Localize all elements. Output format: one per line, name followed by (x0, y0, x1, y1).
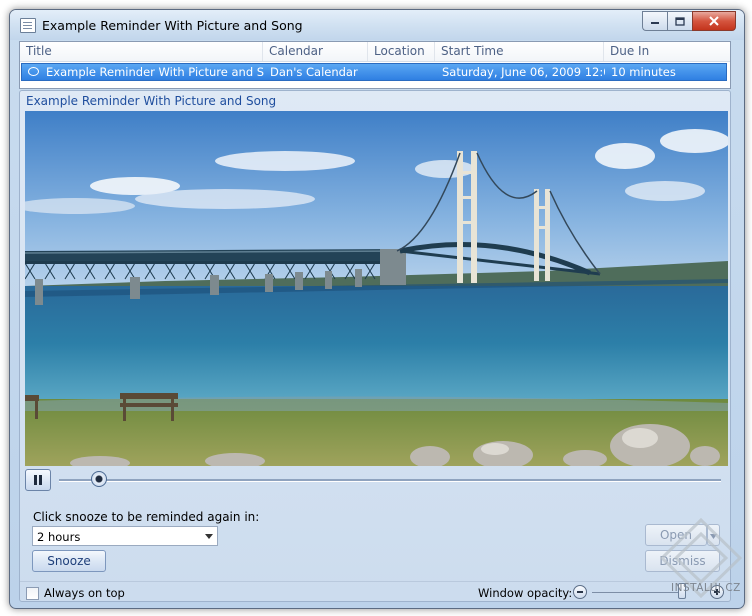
seek-thumb[interactable] (90, 471, 107, 487)
minimize-button[interactable] (642, 11, 667, 31)
details-title: Example Reminder With Picture and Song (26, 94, 277, 108)
column-title[interactable]: Title (20, 42, 263, 61)
column-location[interactable]: Location (368, 42, 435, 61)
footer-bar: Always on top Window opacity: (20, 581, 730, 602)
row-calendar: Dan's Calendar (270, 65, 358, 79)
opacity-decrease-button[interactable] (573, 585, 587, 599)
column-due-in[interactable]: Due In (604, 42, 728, 61)
snooze-prompt: Click snooze to be reminded again in: (33, 510, 260, 524)
media-player (25, 469, 728, 491)
row-due-in: 10 minutes (611, 65, 676, 79)
snooze-duration-value: 2 hours (37, 530, 81, 544)
calendar-app-icon (20, 18, 36, 33)
snooze-duration-select[interactable]: 2 hours (32, 526, 218, 546)
row-start-time: Saturday, June 06, 2009 12:0... (442, 65, 605, 79)
window-opacity-label: Window opacity: (478, 586, 573, 600)
watermark-text: INSTALUJ.CZ (671, 582, 741, 594)
row-location (369, 64, 436, 80)
column-calendar[interactable]: Calendar (263, 42, 368, 61)
snooze-button[interactable]: Snooze (32, 550, 106, 572)
close-icon (709, 16, 719, 26)
always-on-top-label: Always on top (44, 586, 125, 600)
reminder-list: Title Calendar Location Start Time Due I… (19, 41, 731, 89)
title-bar[interactable]: Example Reminder With Picture and Song (10, 10, 744, 40)
maximize-button[interactable] (667, 11, 692, 31)
seek-bar[interactable] (59, 479, 721, 482)
chevron-down-icon (205, 534, 213, 539)
minimize-icon (651, 22, 659, 24)
pause-button[interactable] (25, 469, 51, 491)
reminder-window: Example Reminder With Picture and Song T… (9, 9, 745, 609)
row-title: Example Reminder With Picture and Song (46, 65, 264, 79)
reminder-details-panel: Example Reminder With Picture and Song C… (19, 90, 731, 602)
always-on-top-checkbox[interactable] (26, 587, 39, 600)
row-title-cell: Example Reminder With Picture and Song (22, 64, 264, 80)
close-button[interactable] (692, 11, 736, 31)
caption-buttons (642, 11, 736, 31)
list-header: Title Calendar Location Start Time Due I… (20, 42, 730, 62)
list-row-selected[interactable]: Example Reminder With Picture and Song D… (21, 63, 727, 81)
reminder-picture (25, 111, 728, 466)
bridge-photo (25, 111, 728, 466)
window-title: Example Reminder With Picture and Song (42, 18, 303, 33)
maximize-icon (675, 16, 685, 26)
column-start-time[interactable]: Start Time (435, 42, 604, 61)
reminder-icon (28, 67, 39, 76)
